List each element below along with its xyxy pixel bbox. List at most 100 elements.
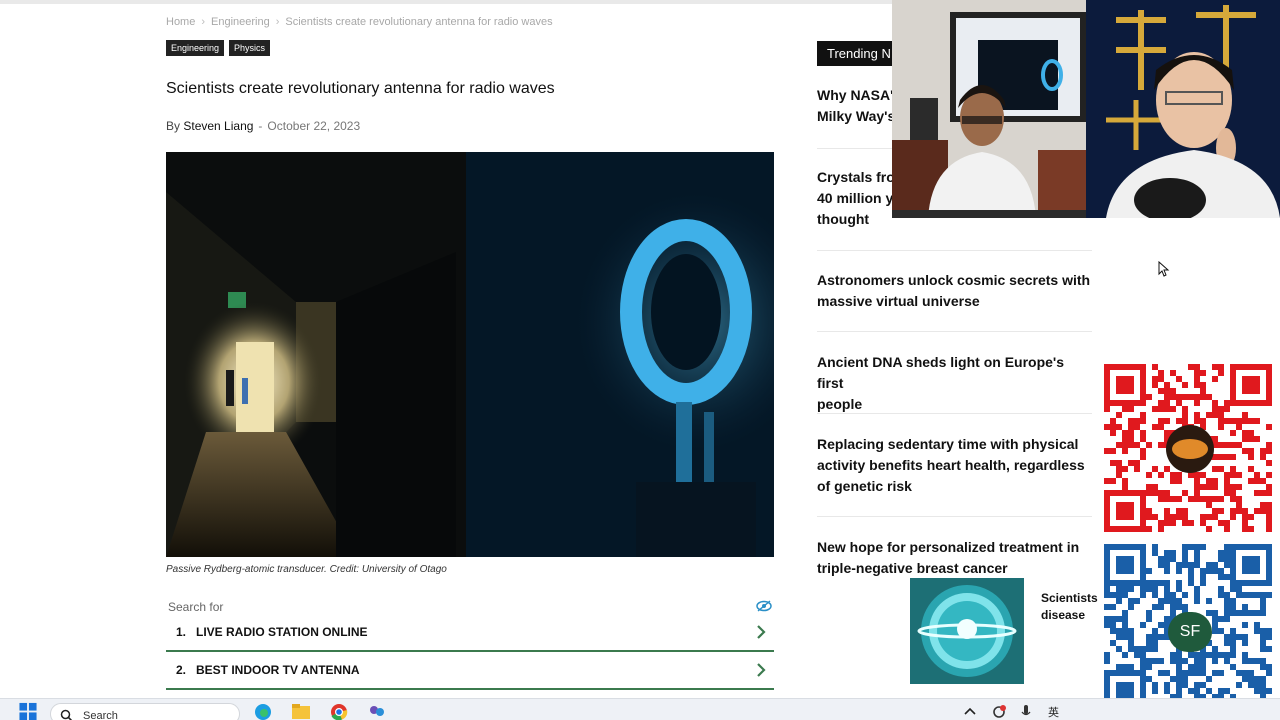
qr-module — [1260, 592, 1266, 598]
trending-item[interactable]: Astronomers unlock cosmic secrets with m… — [817, 270, 1092, 312]
chrome-icon[interactable] — [328, 702, 350, 720]
qr-module — [1170, 652, 1176, 658]
qr-module — [1140, 586, 1146, 592]
qr-module — [1176, 604, 1182, 610]
file-explorer-icon[interactable] — [290, 702, 312, 720]
qr-module — [1170, 598, 1176, 604]
related-article-card[interactable]: Scientists disease — [910, 578, 1100, 684]
trending-item[interactable]: Ancient DNA sheds light on Europe's firs… — [817, 352, 1092, 415]
trending-item[interactable]: Replacing sedentary time with physical a… — [817, 434, 1092, 497]
qr-module — [1254, 418, 1260, 424]
qr-module — [1266, 526, 1272, 532]
qr-module — [1206, 652, 1212, 658]
qr-module — [1158, 580, 1164, 586]
qr-module — [1170, 604, 1176, 610]
qr-module — [1224, 592, 1230, 598]
divider — [817, 413, 1092, 414]
chevron-up-icon[interactable] — [962, 702, 978, 720]
qr-module — [1248, 676, 1254, 682]
qr-module — [1122, 622, 1128, 628]
windows-start-icon[interactable] — [18, 702, 38, 720]
qr-module — [1206, 394, 1212, 400]
qr-module — [1104, 652, 1110, 658]
qr-module — [1152, 592, 1158, 598]
qr-module — [1224, 550, 1230, 556]
qr-module — [1122, 610, 1128, 616]
qr-module — [1116, 592, 1122, 598]
tag-physics[interactable]: Physics — [229, 40, 271, 56]
related-title: Scientists disease — [1041, 590, 1101, 624]
breadcrumb-home[interactable]: Home — [166, 16, 195, 28]
qr-module — [1206, 496, 1212, 502]
lab-corridor-photo — [166, 152, 774, 557]
breadcrumb-section[interactable]: Engineering — [211, 16, 270, 28]
qr-module — [1182, 604, 1188, 610]
qr-module — [1248, 682, 1254, 688]
qr-module — [1224, 526, 1230, 532]
qr-module — [1218, 628, 1224, 634]
qr-module — [1182, 562, 1188, 568]
author-link[interactable]: Steven Liang — [183, 119, 253, 133]
qr-module — [1128, 430, 1134, 436]
qr-module — [1212, 616, 1218, 622]
app-icon[interactable] — [366, 702, 388, 720]
webcam-feed — [1086, 0, 1280, 218]
qr-module — [1158, 562, 1164, 568]
edge-browser-icon[interactable] — [252, 702, 274, 720]
qr-module — [1152, 382, 1158, 388]
qr-module — [1122, 436, 1128, 442]
qr-module — [1230, 604, 1236, 610]
input-language-indicator[interactable]: 英 — [1048, 704, 1059, 720]
sync-icon[interactable] — [990, 702, 1008, 720]
ad-link-2[interactable]: 2. BEST INDOOR TV ANTENNA — [166, 652, 774, 690]
trending-line: triple-negative breast cancer — [817, 560, 1008, 576]
ad-choices-eye-icon[interactable] — [756, 600, 772, 612]
qr-module — [1212, 508, 1218, 514]
microphone-icon[interactable] — [1018, 702, 1034, 720]
qr-module — [1206, 676, 1212, 682]
qr-module — [1140, 592, 1146, 598]
qr-module — [1164, 382, 1170, 388]
qr-module — [1146, 442, 1152, 448]
qr-module — [1200, 394, 1206, 400]
qr-module — [1230, 454, 1236, 460]
taskbar-search-input[interactable]: Search — [50, 703, 240, 720]
qr-module — [1176, 478, 1182, 484]
qr-module — [1116, 664, 1122, 670]
qr-module — [1158, 634, 1164, 640]
qr-module — [1224, 562, 1230, 568]
qr-module — [1170, 658, 1176, 664]
qr-module — [1122, 628, 1128, 634]
qr-module — [1152, 406, 1158, 412]
qr-module — [1230, 610, 1236, 616]
qr-module — [1194, 550, 1200, 556]
qr-module — [1266, 592, 1272, 598]
qr-module — [1122, 592, 1128, 598]
qr-module — [1170, 496, 1176, 502]
ad-link-1[interactable]: 1. LIVE RADIO STATION ONLINE — [166, 614, 774, 652]
qr-module — [1224, 406, 1230, 412]
qr-module — [1212, 610, 1218, 616]
trending-item[interactable]: New hope for personalized treatment in t… — [817, 537, 1092, 579]
qr-module — [1176, 652, 1182, 658]
qr-module — [1260, 682, 1266, 688]
trending-line: Astronomers unlock cosmic secrets with — [817, 272, 1091, 288]
qr-module — [1176, 400, 1182, 406]
qr-module — [1128, 664, 1134, 670]
qr-module — [1206, 562, 1212, 568]
qr-module — [1176, 376, 1182, 382]
qr-module — [1212, 376, 1218, 382]
qr-module — [1200, 382, 1206, 388]
qr-module — [1128, 604, 1134, 610]
qr-module — [1158, 424, 1164, 430]
trending-line: of genetic risk — [817, 478, 912, 494]
qr-module — [1254, 436, 1260, 442]
qr-module — [1254, 592, 1260, 598]
qr-module — [1260, 454, 1266, 460]
qr-module — [1242, 604, 1248, 610]
tag-engineering[interactable]: Engineering — [166, 40, 225, 56]
qr-module — [1254, 622, 1260, 628]
qr-module — [1224, 574, 1230, 580]
qr-module — [1230, 598, 1236, 604]
qr-module — [1218, 586, 1224, 592]
